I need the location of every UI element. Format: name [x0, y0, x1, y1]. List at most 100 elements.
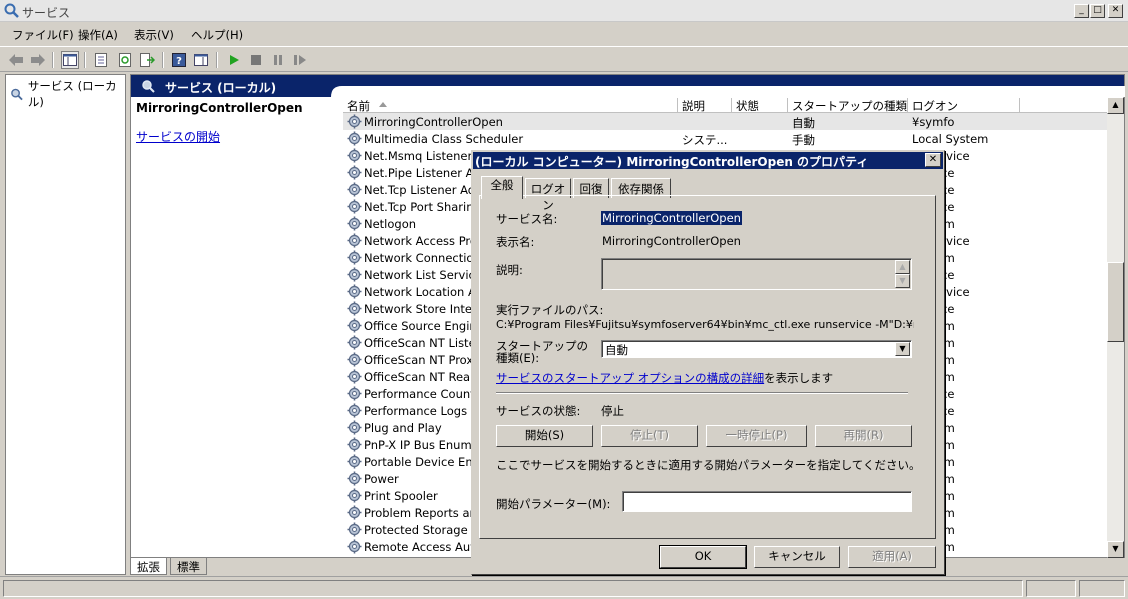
service-name-cell: Multimedia Class Scheduler	[364, 132, 524, 146]
pause-button[interactable]: 一時停止(P)	[706, 425, 807, 447]
service-name-cell: OfficeScan NT RealT	[364, 370, 481, 384]
service-name-cell: Remote Access Auto	[364, 540, 482, 554]
service-gear-icon	[347, 369, 362, 384]
console-tree-icon[interactable]	[61, 51, 79, 69]
back-arrow-icon[interactable]	[7, 51, 25, 69]
status-panel-2	[1026, 580, 1076, 597]
menu-view[interactable]: 表示(V)	[134, 27, 174, 43]
col-description[interactable]: 説明	[678, 98, 732, 113]
description-field[interactable]: ▲ ▼	[601, 258, 912, 290]
service-gear-icon	[347, 165, 362, 180]
cancel-button[interactable]: キャンセル	[754, 546, 840, 568]
service-row[interactable]: Multimedia Class Scheduler システ... 手動 Local …	[343, 130, 1107, 147]
service-startup-cell: 自動	[792, 116, 815, 130]
service-gear-icon	[347, 488, 362, 503]
startup-type-label-line2: 種類(E):	[496, 351, 540, 365]
tab-standard[interactable]: 標準	[170, 558, 207, 575]
list-column-header: 名前 説明 状態 スタートアップの種類 ログオン	[343, 97, 1107, 113]
start-service-link[interactable]: サービスの開始	[136, 128, 220, 145]
startup-options-help-link[interactable]: サービスのスタートアップ オプションの構成の詳細	[496, 371, 764, 385]
service-name-cell: Network List Service	[364, 268, 482, 282]
stop-icon[interactable]	[247, 51, 265, 69]
header-notch	[331, 86, 1125, 97]
exe-path-label: 実行ファイルのパス:	[496, 303, 604, 317]
gear-search-icon	[142, 80, 155, 93]
service-gear-icon	[347, 131, 362, 146]
ok-button[interactable]: OK	[659, 545, 747, 569]
status-bar	[0, 576, 1128, 599]
service-name-cell: MirroringControllerOpen	[364, 115, 503, 129]
tree-node-services-local[interactable]: サービス (ローカル)	[10, 78, 125, 110]
apply-button[interactable]: 適用(A)	[848, 546, 936, 568]
tab-extended[interactable]: 拡張	[130, 558, 167, 575]
restart-icon[interactable]	[291, 51, 309, 69]
service-gear-icon	[347, 403, 362, 418]
service-gear-icon	[347, 420, 362, 435]
scroll-down-button[interactable]: ▼	[1107, 541, 1124, 558]
service-gear-icon	[347, 471, 362, 486]
show-hide-pane-icon[interactable]	[192, 51, 210, 69]
desc-scroll-up-button[interactable]: ▲	[895, 260, 910, 274]
service-startup-cell: 手動	[792, 133, 815, 147]
maximize-button[interactable]: □	[1090, 4, 1105, 18]
start-params-input[interactable]	[622, 491, 912, 512]
divider	[496, 392, 908, 394]
start-params-label: 開始パラメーター(M):	[496, 497, 611, 511]
service-name-label: サービス名:	[496, 212, 558, 226]
menu-action[interactable]: 操作(A)	[78, 27, 118, 43]
service-gear-icon	[347, 437, 362, 452]
service-name-cell: OfficeScan NT Listen	[364, 336, 483, 350]
service-gear-icon	[347, 352, 362, 367]
console-tree: サービス (ローカル)	[5, 74, 126, 575]
resume-button[interactable]: 再開(R)	[815, 425, 912, 447]
service-desc-cell: システ...	[682, 133, 728, 147]
exe-path-value: C:¥Program Files¥Fujitsu¥symfoserver64¥b…	[496, 318, 914, 331]
minimize-button[interactable]: _	[1074, 4, 1089, 18]
service-name-cell: Network Access Pro	[364, 234, 477, 248]
startup-type-select[interactable]: 自動 ▼	[601, 340, 912, 358]
play-icon[interactable]	[225, 51, 243, 69]
menu-file[interactable]: ファイル(F)	[12, 27, 74, 43]
chevron-down-icon[interactable]: ▼	[895, 342, 910, 356]
tab-general[interactable]: 全般	[481, 176, 523, 199]
dialog-close-button[interactable]: ✕	[925, 153, 941, 167]
help-icon[interactable]: ?	[170, 51, 188, 69]
col-startup-type[interactable]: スタートアップの種類	[788, 98, 908, 113]
service-gear-icon	[347, 539, 362, 554]
help-suffix: を表示します	[764, 371, 834, 385]
forward-arrow-icon[interactable]	[29, 51, 47, 69]
pause-icon[interactable]	[269, 51, 287, 69]
startup-type-value: 自動	[605, 343, 628, 357]
dialog-titlebar: (ローカル コンピューター) MirroringControllerOpen の…	[473, 152, 943, 169]
service-gear-icon	[347, 505, 362, 520]
menu-help[interactable]: ヘルプ(H)	[191, 27, 243, 43]
col-logon[interactable]: ログオン	[908, 98, 1020, 113]
service-gear-icon	[347, 233, 362, 248]
start-params-hint: ここでサービスを開始するときに適用する開始パラメーターを指定してください。	[496, 458, 921, 472]
tree-node-label: サービス (ローカル)	[27, 79, 117, 109]
refresh-icon[interactable]	[116, 51, 134, 69]
scroll-thumb[interactable]	[1107, 262, 1124, 342]
properties-sheet-icon[interactable]	[92, 51, 110, 69]
svg-text:?: ?	[176, 56, 182, 67]
service-row[interactable]: MirroringControllerOpen 自動 ¥symfo	[343, 113, 1107, 130]
help-text: サービスのスタートアップ オプションの構成の詳細を表示します	[496, 370, 833, 386]
service-name-cell: Net.Pipe Listener Ad	[364, 166, 481, 180]
col-name[interactable]: 名前	[343, 98, 678, 113]
status-panel-main	[3, 580, 1023, 597]
close-window-button[interactable]: ✕	[1108, 4, 1123, 18]
stop-button[interactable]: 停止(T)	[601, 425, 698, 447]
service-name-value[interactable]: MirroringControllerOpen	[601, 211, 742, 225]
start-button[interactable]: 開始(S)	[496, 425, 593, 447]
service-name-cell: Network Store Interfa	[364, 302, 488, 316]
export-list-icon[interactable]	[138, 51, 156, 69]
sort-ascending-icon	[379, 102, 387, 107]
desc-scroll-down-button[interactable]: ▼	[895, 274, 910, 288]
col-status[interactable]: 状態	[732, 98, 788, 113]
service-name-cell: Network Location Aw	[364, 285, 485, 299]
service-name-cell: Problem Reports and	[364, 506, 485, 520]
selected-service-title: MirroringControllerOpen	[136, 101, 303, 115]
service-name-cell: Portable Device Enu	[364, 455, 480, 469]
scroll-up-button[interactable]: ▲	[1107, 97, 1124, 114]
vertical-scrollbar[interactable]: ▲ ▼	[1107, 97, 1124, 558]
